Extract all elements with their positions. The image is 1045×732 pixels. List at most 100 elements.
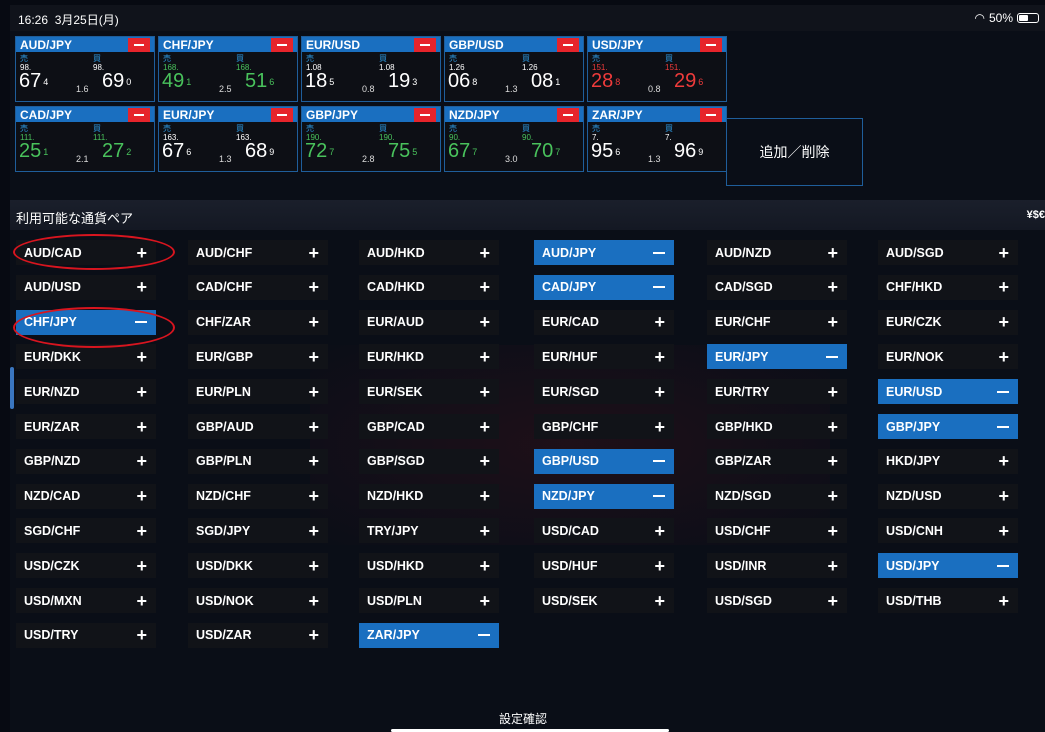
plus-icon[interactable]: + [654, 591, 665, 611]
pair-toggle-gbp-pln[interactable]: GBP/PLN + [188, 448, 328, 474]
pair-toggle-eur-gbp[interactable]: EUR/GBP + [188, 344, 328, 370]
pair-toggle-eur-sek[interactable]: EUR/SEK + [359, 379, 499, 405]
pair-toggle-usd-huf[interactable]: USD/HUF + [534, 553, 674, 579]
pair-toggle-usd-sgd[interactable]: USD/SGD + [707, 588, 847, 613]
plus-icon[interactable]: + [136, 591, 147, 611]
pair-toggle-eur-aud[interactable]: EUR/AUD + [359, 309, 499, 335]
rate-tile[interactable]: EUR/USD 売買 1.08 1.08 18 5 0.8 19 3 [301, 36, 441, 102]
plus-icon[interactable]: + [308, 243, 319, 263]
plus-icon[interactable]: + [308, 382, 319, 402]
remove-pair-icon[interactable] [557, 108, 579, 122]
plus-icon[interactable]: + [308, 312, 319, 332]
plus-icon[interactable]: + [827, 486, 838, 506]
pair-toggle-eur-sgd[interactable]: EUR/SGD + [534, 379, 674, 405]
plus-icon[interactable]: + [479, 521, 490, 541]
pair-toggle-eur-try[interactable]: EUR/TRY + [707, 379, 847, 405]
pair-toggle-usd-thb[interactable]: USD/THB + [878, 588, 1018, 613]
plus-icon[interactable]: + [479, 277, 490, 297]
plus-icon[interactable]: + [136, 347, 147, 367]
pair-toggle-eur-cad[interactable]: EUR/CAD + [534, 309, 674, 335]
confirm-settings-button[interactable]: 設定確認 [499, 710, 547, 727]
minus-icon[interactable] [653, 251, 665, 254]
pair-toggle-usd-sek[interactable]: USD/SEK + [534, 588, 674, 613]
remove-pair-icon[interactable] [700, 38, 722, 52]
pair-toggle-hkd-jpy[interactable]: HKD/JPY + [878, 448, 1018, 474]
plus-icon[interactable]: + [827, 417, 838, 437]
plus-icon[interactable]: + [136, 625, 147, 645]
plus-icon[interactable]: + [998, 451, 1009, 471]
pair-toggle-usd-inr[interactable]: USD/INR + [707, 553, 847, 579]
pair-toggle-eur-nok[interactable]: EUR/NOK + [878, 344, 1018, 370]
minus-icon[interactable] [826, 355, 838, 358]
pair-toggle-nzd-sgd[interactable]: NZD/SGD + [707, 483, 847, 509]
plus-icon[interactable]: + [998, 486, 1009, 506]
remove-pair-icon[interactable] [700, 108, 722, 122]
sell-price[interactable]: 49 1 [162, 70, 191, 92]
pair-toggle-cad-chf[interactable]: CAD/CHF + [188, 274, 328, 300]
plus-icon[interactable]: + [308, 486, 319, 506]
rate-tile[interactable]: AUD/JPY 売買 98. 98. 67 4 1.6 69 0 [15, 36, 155, 102]
pair-toggle-usd-chf[interactable]: USD/CHF + [707, 518, 847, 544]
minus-icon[interactable] [478, 634, 490, 637]
plus-icon[interactable]: + [136, 521, 147, 541]
remove-pair-icon[interactable] [414, 108, 436, 122]
pair-toggle-usd-cad[interactable]: USD/CAD + [534, 518, 674, 544]
pair-toggle-aud-usd[interactable]: AUD/USD + [16, 274, 156, 300]
plus-icon[interactable]: + [479, 312, 490, 332]
pair-toggle-usd-try[interactable]: USD/TRY + [16, 622, 156, 648]
minus-icon[interactable] [997, 390, 1009, 393]
rate-tile[interactable]: GBP/JPY 売買 190. 190. 72 7 2.8 75 5 [301, 106, 441, 172]
plus-icon[interactable]: + [479, 347, 490, 367]
pair-toggle-sgd-chf[interactable]: SGD/CHF + [16, 518, 156, 544]
buy-price[interactable]: 68 9 [245, 140, 274, 162]
minus-icon[interactable] [653, 460, 665, 463]
plus-icon[interactable]: + [136, 277, 147, 297]
pair-toggle-usd-jpy[interactable]: USD/JPY [878, 553, 1018, 579]
plus-icon[interactable]: + [479, 591, 490, 611]
buy-price[interactable]: 96 9 [674, 140, 703, 162]
rate-tile[interactable]: NZD/JPY 売買 90. 90. 67 7 3.0 70 7 [444, 106, 584, 172]
pair-toggle-nzd-cad[interactable]: NZD/CAD + [16, 483, 156, 509]
plus-icon[interactable]: + [479, 417, 490, 437]
rate-tile[interactable]: CAD/JPY 売買 111. 111. 25 1 2.1 27 2 [15, 106, 155, 172]
plus-icon[interactable]: + [308, 521, 319, 541]
buy-price[interactable]: 70 7 [531, 140, 560, 162]
pair-toggle-eur-usd[interactable]: EUR/USD [878, 379, 1018, 405]
pair-toggle-eur-chf[interactable]: EUR/CHF + [707, 309, 847, 335]
plus-icon[interactable]: + [308, 277, 319, 297]
add-delete-button[interactable]: 追加／削除 [726, 118, 863, 186]
pair-toggle-gbp-chf[interactable]: GBP/CHF + [534, 414, 674, 439]
plus-icon[interactable]: + [654, 521, 665, 541]
pair-toggle-usd-hkd[interactable]: USD/HKD + [359, 553, 499, 579]
minus-icon[interactable] [997, 425, 1009, 428]
pair-toggle-cad-hkd[interactable]: CAD/HKD + [359, 274, 499, 300]
plus-icon[interactable]: + [998, 243, 1009, 263]
plus-icon[interactable]: + [136, 417, 147, 437]
pair-toggle-gbp-jpy[interactable]: GBP/JPY [878, 414, 1018, 439]
plus-icon[interactable]: + [827, 382, 838, 402]
plus-icon[interactable]: + [998, 277, 1009, 297]
pair-toggle-aud-chf[interactable]: AUD/CHF + [188, 240, 328, 265]
pair-toggle-usd-cnh[interactable]: USD/CNH + [878, 518, 1018, 544]
sell-price[interactable]: 18 5 [305, 70, 334, 92]
pair-toggle-eur-huf[interactable]: EUR/HUF + [534, 344, 674, 370]
buy-price[interactable]: 51 6 [245, 70, 274, 92]
pair-toggle-usd-dkk[interactable]: USD/DKK + [188, 553, 328, 579]
plus-icon[interactable]: + [827, 312, 838, 332]
rate-tile[interactable]: ZAR/JPY 売買 7. 7. 95 6 1.3 96 9 [587, 106, 727, 172]
plus-icon[interactable]: + [998, 347, 1009, 367]
sell-price[interactable]: 28 8 [591, 70, 620, 92]
plus-icon[interactable]: + [308, 451, 319, 471]
remove-pair-icon[interactable] [128, 38, 150, 52]
sell-price[interactable]: 67 4 [19, 70, 48, 92]
pair-toggle-usd-mxn[interactable]: USD/MXN + [16, 588, 156, 613]
plus-icon[interactable]: + [136, 382, 147, 402]
plus-icon[interactable]: + [479, 243, 490, 263]
pair-toggle-eur-zar[interactable]: EUR/ZAR + [16, 414, 156, 439]
pair-toggle-usd-czk[interactable]: USD/CZK + [16, 553, 156, 579]
plus-icon[interactable]: + [654, 347, 665, 367]
pair-toggle-gbp-sgd[interactable]: GBP/SGD + [359, 448, 499, 474]
plus-icon[interactable]: + [654, 382, 665, 402]
plus-icon[interactable]: + [308, 417, 319, 437]
plus-icon[interactable]: + [827, 556, 838, 576]
